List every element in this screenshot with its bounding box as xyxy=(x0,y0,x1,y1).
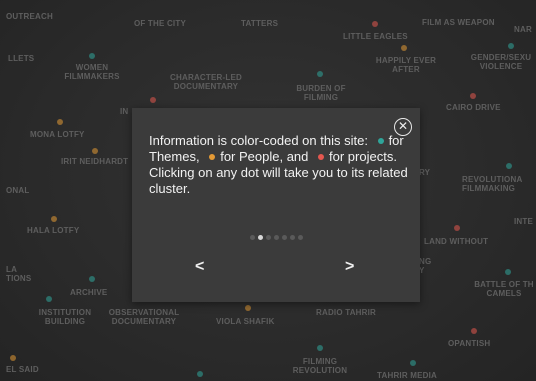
theme-dot[interactable] xyxy=(317,71,323,77)
map-label[interactable]: REVOLUTIONA FILMMAKING xyxy=(462,175,536,193)
theme-dot[interactable] xyxy=(317,345,323,351)
people-color-dot xyxy=(209,154,216,161)
theme-dot[interactable] xyxy=(508,43,514,49)
theme-dot[interactable] xyxy=(410,360,416,366)
map-label[interactable]: NG Y xyxy=(419,257,435,275)
theme-dot[interactable] xyxy=(89,276,95,282)
page-dot[interactable] xyxy=(289,235,295,240)
map-label[interactable]: TAHRIR MEDIA xyxy=(377,371,437,380)
map-label[interactable]: MONA LOTFY xyxy=(30,130,85,139)
theme-dot[interactable] xyxy=(89,53,95,59)
map-label[interactable]: INTE xyxy=(514,217,533,226)
map-label[interactable]: INSTITUTION BUILDING xyxy=(34,308,96,326)
page-indicator xyxy=(132,235,420,240)
page-dot[interactable] xyxy=(249,235,255,240)
map-label[interactable]: ONAL xyxy=(6,186,29,195)
map-label[interactable]: IRIT NEIDHARDT xyxy=(61,157,128,166)
next-button[interactable]: > xyxy=(345,258,354,276)
map-label[interactable]: CHARACTER-LED DOCUMENTARY xyxy=(166,73,246,91)
project-dot[interactable] xyxy=(372,21,378,27)
people-dot[interactable] xyxy=(92,148,98,154)
people-dot[interactable] xyxy=(245,305,251,311)
map-label[interactable]: FILM AS WEAPON xyxy=(422,18,495,27)
project-dot[interactable] xyxy=(471,328,477,334)
map-label[interactable]: HALA LOTFY xyxy=(27,226,79,235)
map-label[interactable]: RADIO TAHRIR xyxy=(316,308,376,317)
page-dot[interactable] xyxy=(257,235,263,240)
people-dot[interactable] xyxy=(401,45,407,51)
project-dot[interactable] xyxy=(454,225,460,231)
theme-dot[interactable] xyxy=(46,296,52,302)
page-dot[interactable] xyxy=(297,235,303,240)
people-dot[interactable] xyxy=(51,216,57,222)
people-dot[interactable] xyxy=(10,355,16,361)
map-label[interactable]: LLETS xyxy=(8,54,34,63)
map-label[interactable]: OPANTISH xyxy=(448,339,490,348)
map-label[interactable]: EL SAID xyxy=(6,365,39,374)
map-label[interactable]: OUTREACH xyxy=(6,12,53,21)
previous-button[interactable]: < xyxy=(195,258,204,276)
map-label[interactable]: LAND WITHOUT xyxy=(424,237,488,246)
theme-dot[interactable] xyxy=(505,269,511,275)
themes-color-dot xyxy=(377,138,384,145)
map-label[interactable]: TATTERS xyxy=(241,19,278,28)
map-label[interactable]: ARCHIVE xyxy=(70,288,107,297)
map-label[interactable]: NAR xyxy=(514,25,532,34)
map-label[interactable]: VIOLA SHAFIK xyxy=(216,317,275,326)
map-label[interactable]: WOMEN FILMMAKERS xyxy=(60,63,124,81)
map-label[interactable]: LITTLE EAGLES xyxy=(343,32,408,41)
map-label[interactable]: OF THE CITY xyxy=(134,19,186,28)
map-label[interactable]: GENDER/SEXU VIOLENCE xyxy=(466,53,536,71)
color-legend-dialog: ✕ Information is color-coded on this sit… xyxy=(132,108,420,302)
project-dot[interactable] xyxy=(470,93,476,99)
theme-dot[interactable] xyxy=(197,371,203,377)
theme-dot[interactable] xyxy=(506,163,512,169)
projects-color-dot xyxy=(318,154,325,161)
page-dot[interactable] xyxy=(265,235,271,240)
map-label[interactable]: IN xyxy=(120,107,128,116)
page-dot[interactable] xyxy=(273,235,279,240)
people-dot[interactable] xyxy=(57,119,63,125)
map-label[interactable]: LA TIONS xyxy=(6,265,40,283)
legend-message: Information is color-coded on this site:… xyxy=(149,133,408,196)
map-label[interactable]: BATTLE OF TH CAMELS xyxy=(468,280,536,298)
map-label[interactable]: HAPPILY EVER AFTER xyxy=(373,56,439,74)
map-label[interactable]: RY xyxy=(419,168,430,177)
page-dot[interactable] xyxy=(281,235,287,240)
map-label[interactable]: OBSERVATIONAL DOCUMENTARY xyxy=(104,308,184,326)
map-label[interactable]: FILMING REVOLUTION xyxy=(288,357,352,375)
map-label[interactable]: BURDEN OF FILMING xyxy=(292,84,350,102)
project-dot[interactable] xyxy=(150,97,156,103)
map-label[interactable]: CAIRO DRIVE xyxy=(446,103,501,112)
